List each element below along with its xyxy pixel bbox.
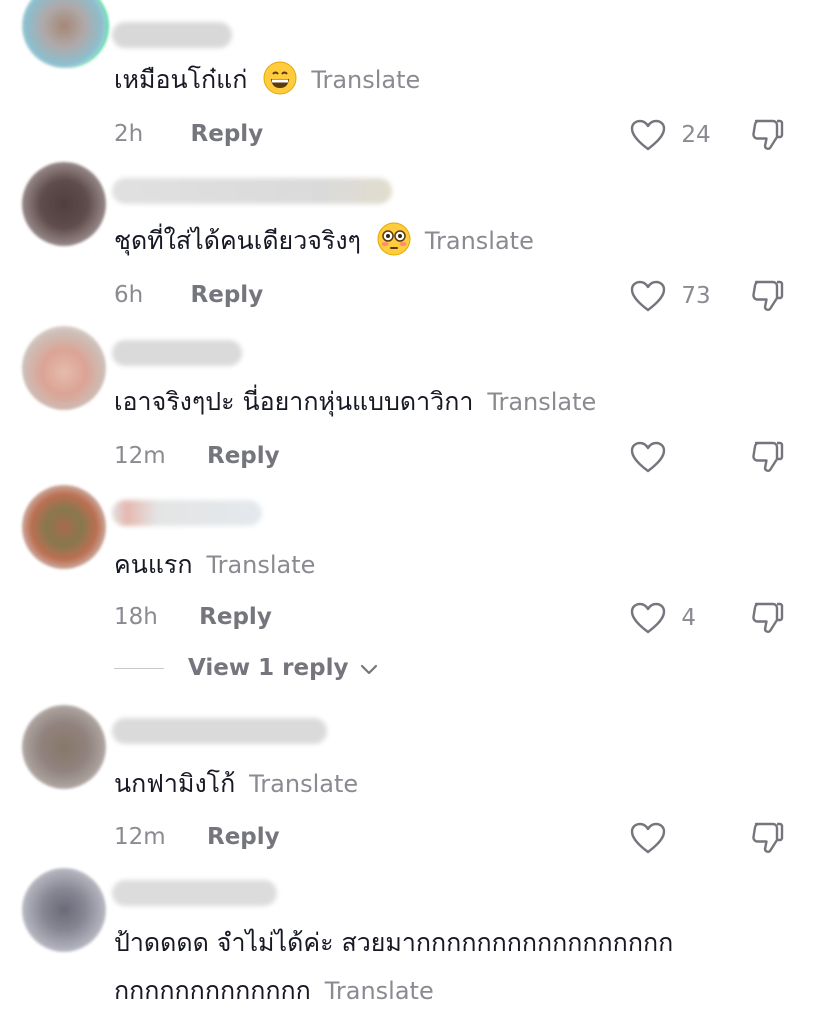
reply-button[interactable]: Reply: [199, 597, 272, 637]
like-button[interactable]: 73: [630, 275, 711, 315]
view-replies-button[interactable]: View 1 reply: [114, 648, 378, 688]
dislike-button[interactable]: [748, 436, 788, 476]
comment-text: ป้าดดดด จำไม่ได้ค่ะ สวยมากกกกกกกกกกกกกกก…: [114, 918, 800, 968]
username[interactable]: [112, 500, 262, 526]
comment-text: เอาจริงๆปะ นี่อยากหุ่นแบบดาวิกา Translat…: [114, 377, 800, 427]
comment-meta: 12m Reply: [114, 436, 280, 476]
translate-link[interactable]: Translate: [206, 551, 315, 579]
avatar[interactable]: [22, 485, 106, 569]
avatar[interactable]: [22, 162, 106, 246]
comment-text: ชุดที่ใส่ได้คนเดียวจริงๆ Translate: [114, 216, 800, 266]
comment-body: เหมือนโก๋แก่: [114, 65, 248, 94]
comment-body: คนแรก: [114, 550, 193, 579]
comment-body: กกกกกกกกกกกกก: [114, 976, 311, 1005]
username[interactable]: [112, 880, 277, 906]
timestamp: 2h: [114, 121, 144, 147]
like-button[interactable]: [630, 436, 674, 476]
like-button[interactable]: [630, 817, 674, 857]
heart-icon: [630, 602, 666, 633]
comment-meta: 12m Reply: [114, 817, 280, 857]
thumbs-down-icon: [752, 280, 784, 311]
timestamp: 12m: [114, 443, 166, 469]
comment-body: ชุดที่ใส่ได้คนเดียวจริงๆ: [114, 226, 361, 255]
reply-button[interactable]: Reply: [191, 275, 264, 315]
dislike-button[interactable]: [748, 597, 788, 637]
heart-icon: [630, 280, 666, 311]
comment-meta: 6h Reply: [114, 275, 263, 315]
chevron-down-icon: [361, 664, 378, 674]
comment-body: ป้าดดดด จำไม่ได้ค่ะ สวยมากกกกกกกกกกกกกกก…: [114, 928, 674, 957]
comment-text: คนแรก Translate: [114, 540, 800, 590]
avatar[interactable]: [22, 326, 106, 410]
heart-icon: [630, 441, 666, 472]
translate-link[interactable]: Translate: [425, 227, 534, 255]
translate-link[interactable]: Translate: [487, 388, 596, 416]
comment-text: กกกกกกกกกกกกก Translate: [114, 966, 800, 1016]
translate-link[interactable]: Translate: [311, 66, 420, 94]
like-count: 73: [681, 282, 711, 309]
thumbs-down-icon: [752, 119, 784, 150]
dislike-button[interactable]: [748, 817, 788, 857]
reply-button[interactable]: Reply: [207, 817, 280, 857]
thumbs-down-icon: [752, 822, 784, 853]
username[interactable]: [112, 178, 392, 204]
timestamp: 6h: [114, 282, 144, 308]
avatar[interactable]: [22, 705, 106, 789]
like-count: 24: [681, 121, 711, 148]
view-replies-label: View 1 reply: [188, 655, 349, 681]
username[interactable]: [112, 22, 232, 48]
like-count: 4: [681, 604, 696, 631]
thumbs-down-icon: [752, 441, 784, 472]
dislike-button[interactable]: [748, 114, 788, 154]
translate-link[interactable]: Translate: [325, 977, 434, 1005]
avatar[interactable]: [22, 0, 106, 68]
heart-icon: [630, 119, 666, 150]
comment-text: นกฟามิงโก้ Translate: [114, 759, 800, 809]
username[interactable]: [112, 718, 327, 744]
thumbs-down-icon: [752, 602, 784, 633]
flushed-face-icon: [377, 222, 411, 256]
comment-meta: 2h Reply: [114, 114, 263, 154]
reply-button[interactable]: Reply: [207, 436, 280, 476]
like-button[interactable]: 4: [630, 597, 696, 637]
timestamp: 18h: [114, 604, 158, 630]
timestamp: 12m: [114, 824, 166, 850]
like-button[interactable]: 24: [630, 114, 711, 154]
heart-icon: [630, 822, 666, 853]
comment-body: เอาจริงๆปะ นี่อยากหุ่นแบบดาวิกา: [114, 387, 474, 416]
divider: [114, 668, 164, 669]
dislike-button[interactable]: [748, 275, 788, 315]
comment-body: นกฟามิงโก้: [114, 769, 236, 798]
reply-button[interactable]: Reply: [191, 114, 264, 154]
username[interactable]: [112, 340, 242, 366]
comment-text: เหมือนโก๋แก่ Translate: [114, 55, 800, 105]
grinning-face-icon: [263, 61, 297, 95]
translate-link[interactable]: Translate: [249, 770, 358, 798]
avatar[interactable]: [22, 868, 106, 952]
comment-meta: 18h Reply: [114, 597, 272, 637]
